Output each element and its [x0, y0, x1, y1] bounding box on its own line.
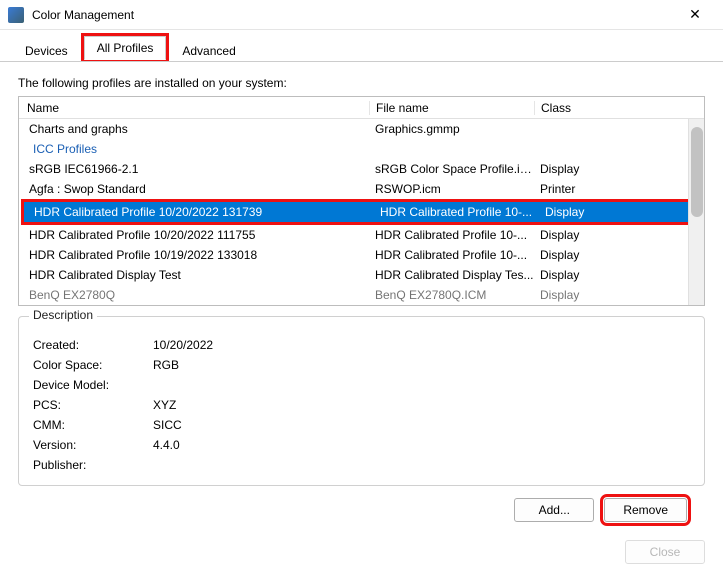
- tab-advanced[interactable]: Advanced: [169, 39, 248, 62]
- colorspace-label: Color Space:: [33, 358, 153, 372]
- group-icc-profiles[interactable]: ICC Profiles: [19, 139, 704, 159]
- cmm-label: CMM:: [33, 418, 153, 432]
- cmm-value: SICC: [153, 418, 182, 432]
- list-item[interactable]: HDR Calibrated Display Test HDR Calibrat…: [19, 265, 704, 285]
- remove-button[interactable]: Remove: [604, 498, 687, 522]
- tab-devices[interactable]: Devices: [12, 39, 81, 62]
- close-icon[interactable]: ✕: [675, 0, 715, 30]
- version-label: Version:: [33, 438, 153, 452]
- colorspace-value: RGB: [153, 358, 179, 372]
- scrollbar-thumb[interactable]: [691, 127, 703, 217]
- list-item-selected[interactable]: HDR Calibrated Profile 10/20/2022 131739…: [24, 202, 699, 222]
- list-item[interactable]: Charts and graphs Graphics.gmmp: [19, 119, 704, 139]
- description-legend: Description: [29, 308, 97, 322]
- pcs-label: PCS:: [33, 398, 153, 412]
- created-label: Created:: [33, 338, 153, 352]
- tab-all-profiles[interactable]: All Profiles: [84, 36, 167, 60]
- pcs-value: XYZ: [153, 398, 176, 412]
- list-item[interactable]: HDR Calibrated Profile 10/19/2022 133018…: [19, 245, 704, 265]
- list-item[interactable]: BenQ EX2780Q BenQ EX2780Q.ICM Display: [19, 285, 704, 305]
- window-title: Color Management: [32, 8, 675, 22]
- created-value: 10/20/2022: [153, 338, 213, 352]
- version-value: 4.4.0: [153, 438, 180, 452]
- list-item[interactable]: Agfa : Swop Standard RSWOP.icm Printer: [19, 179, 704, 199]
- scrollbar[interactable]: [688, 119, 704, 305]
- app-icon: [8, 7, 24, 23]
- list-item[interactable]: sRGB IEC61966-2.1 sRGB Color Space Profi…: [19, 159, 704, 179]
- col-name[interactable]: Name: [19, 101, 369, 115]
- list-item[interactable]: HDR Calibrated Profile 10/20/2022 111755…: [19, 225, 704, 245]
- description-panel: Description Created:10/20/2022 Color Spa…: [18, 316, 705, 486]
- intro-text: The following profiles are installed on …: [18, 76, 705, 90]
- titlebar: Color Management ✕: [0, 0, 723, 30]
- col-class[interactable]: Class: [534, 101, 704, 115]
- devicemodel-label: Device Model:: [33, 378, 153, 392]
- profiles-list[interactable]: Name File name Class Charts and graphs G…: [18, 96, 705, 306]
- publisher-label: Publisher:: [33, 458, 153, 472]
- col-file[interactable]: File name: [369, 101, 534, 115]
- column-headers[interactable]: Name File name Class: [19, 97, 704, 119]
- close-button[interactable]: Close: [625, 540, 705, 564]
- tab-strip: Devices All Profiles Advanced: [0, 36, 723, 62]
- add-button[interactable]: Add...: [514, 498, 594, 522]
